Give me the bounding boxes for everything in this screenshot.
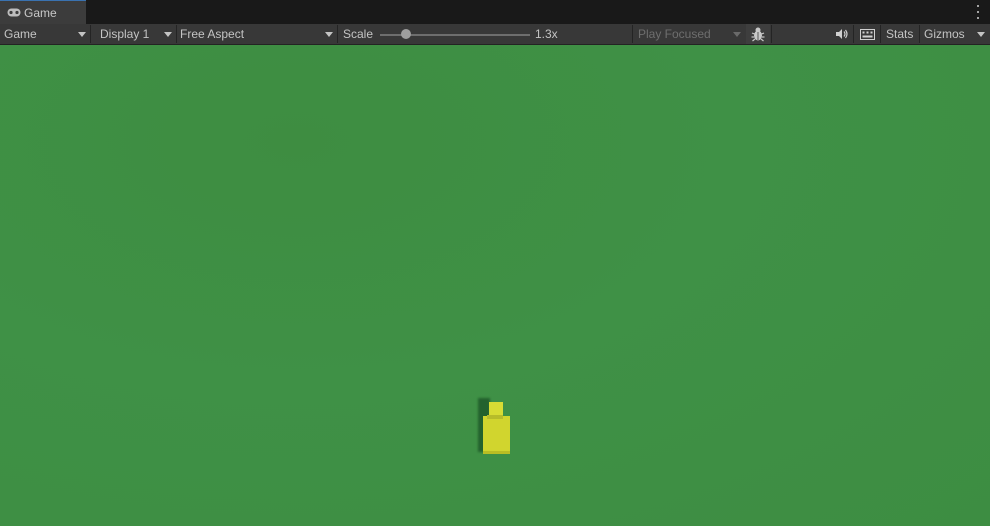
- debug-button[interactable]: [746, 24, 770, 44]
- keyboard-icon: [860, 28, 875, 40]
- player-feet: [483, 451, 510, 454]
- gamepad-icon: [7, 8, 21, 17]
- speaker-icon: [835, 28, 849, 40]
- view-mode-label: Game: [4, 27, 37, 41]
- gizmos-label: Gizmos: [924, 27, 965, 41]
- scale-slider-thumb[interactable]: [400, 29, 411, 39]
- scale-value: 1.3x: [535, 27, 558, 41]
- player-face: [487, 415, 503, 419]
- stats-button[interactable]: Stats: [881, 24, 919, 44]
- chevron-down-icon: [977, 32, 985, 37]
- display-label: Display 1: [100, 27, 150, 41]
- keyboard-shortcuts-button[interactable]: [854, 24, 880, 44]
- game-viewport[interactable]: [0, 45, 990, 526]
- tab-game[interactable]: Game: [0, 0, 86, 24]
- scale-label: Scale: [343, 27, 374, 41]
- stats-label: Stats: [886, 27, 914, 41]
- player-body: [483, 416, 510, 454]
- aspect-label: Free Aspect: [180, 27, 245, 41]
- bug-icon: [750, 26, 766, 45]
- tab-label: Game: [24, 5, 57, 20]
- player-character: [474, 393, 514, 457]
- chevron-down-icon: [325, 32, 333, 37]
- view-mode-dropdown[interactable]: Game: [0, 24, 90, 44]
- chevron-down-icon: [164, 32, 172, 37]
- chevron-down-icon: [733, 32, 741, 37]
- display-dropdown[interactable]: Display 1: [91, 24, 176, 44]
- gizmos-dropdown[interactable]: Gizmos: [920, 24, 990, 44]
- play-mode-label: Play Focused: [638, 27, 711, 41]
- more-options-icon[interactable]: [976, 5, 980, 19]
- tab-bar: Game: [0, 0, 990, 24]
- chevron-down-icon: [78, 32, 86, 37]
- mute-audio-button[interactable]: [829, 24, 853, 44]
- aspect-dropdown[interactable]: Free Aspect: [177, 24, 337, 44]
- play-mode-dropdown[interactable]: Play Focused: [633, 24, 745, 44]
- game-view-toolbar: Game Display 1 Free Aspect Scale 1.3x Pl…: [0, 24, 990, 45]
